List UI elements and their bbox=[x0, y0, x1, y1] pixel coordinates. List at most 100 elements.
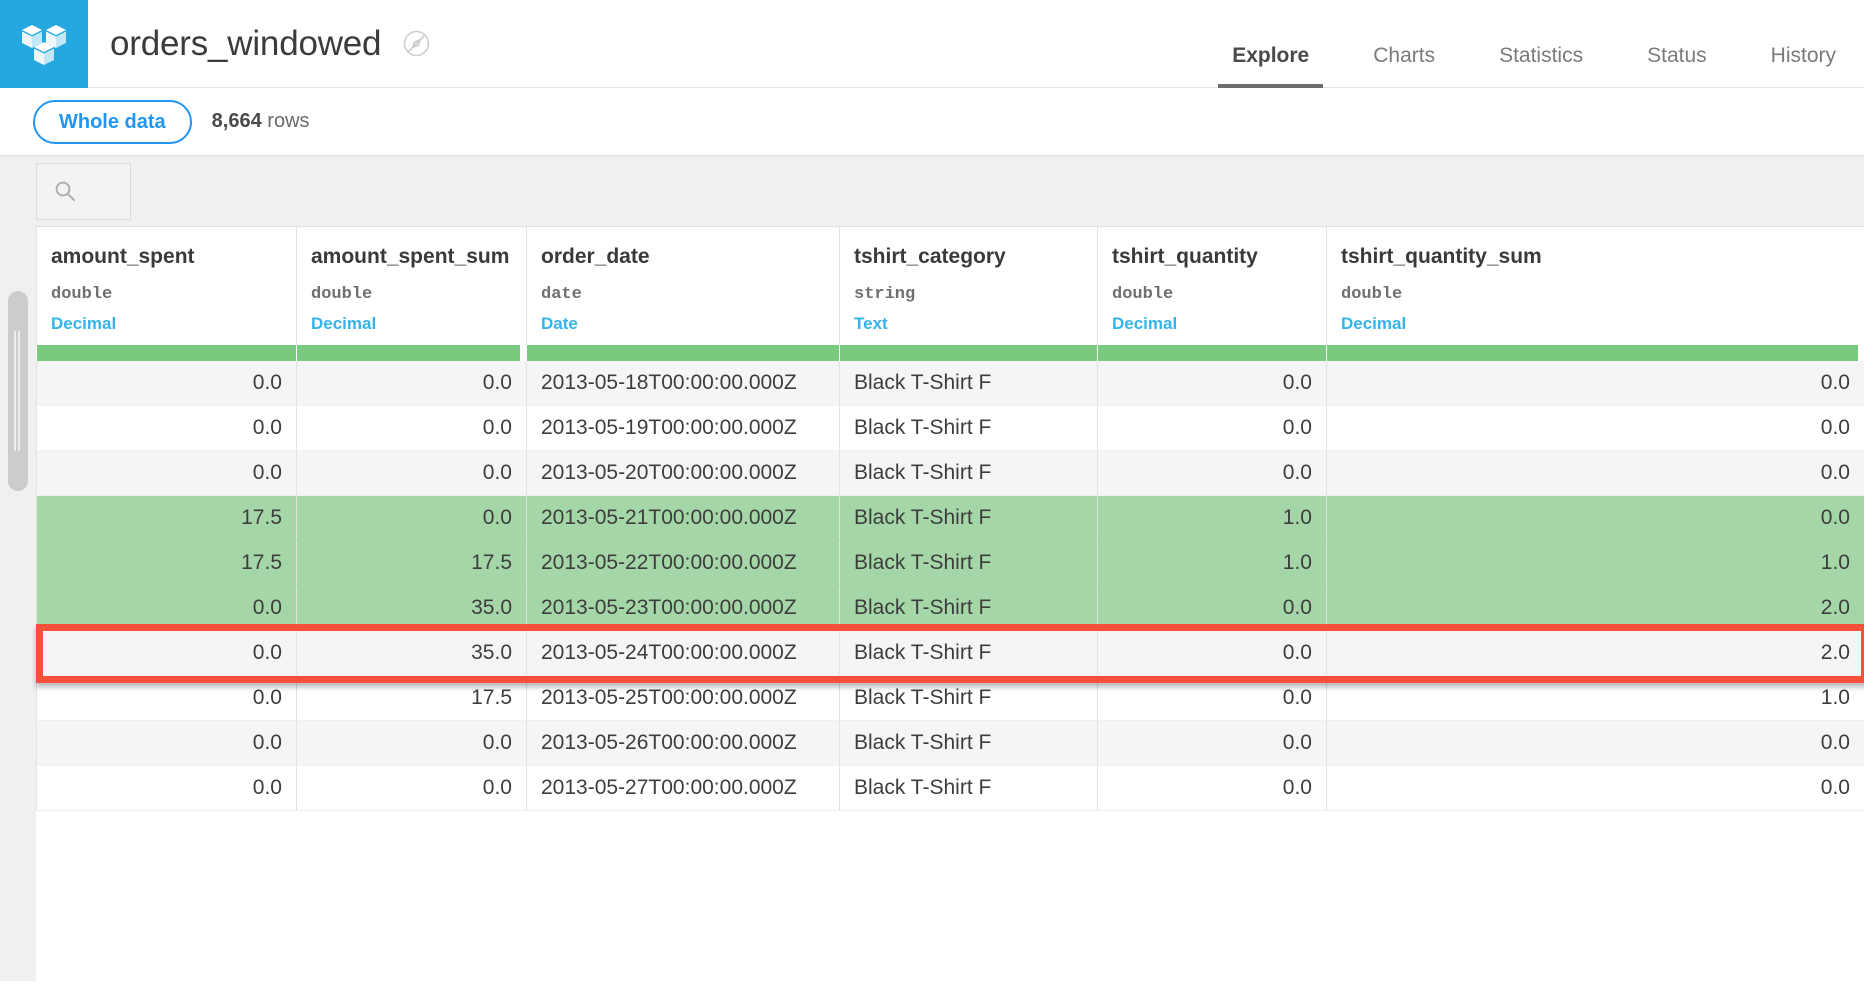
quality-bar-tshirt-quantity bbox=[1098, 345, 1327, 361]
cell-tshirt-quantity: 1.0 bbox=[1098, 541, 1327, 586]
cell-tshirt-category: Black T-Shirt F bbox=[840, 361, 1098, 406]
cell-amount-spent: 17.5 bbox=[37, 496, 297, 541]
cell-amount-spent-sum: 35.0 bbox=[297, 586, 527, 631]
cell-amount-spent-sum: 0.0 bbox=[297, 451, 527, 496]
column-semantic-type[interactable]: Decimal bbox=[51, 314, 282, 334]
cell-order-date: 2013-05-21T00:00:00.000Z bbox=[527, 496, 840, 541]
column-name: order_date bbox=[541, 245, 825, 269]
column-type: double bbox=[51, 285, 282, 304]
column-name: tshirt_category bbox=[854, 245, 1083, 269]
search-input[interactable] bbox=[36, 163, 131, 220]
cell-tshirt-quantity-sum: 0.0 bbox=[1327, 766, 1864, 811]
column-name: tshirt_quantity bbox=[1112, 245, 1312, 269]
table-row[interactable]: 0.0 0.0 2013-05-26T00:00:00.000Z Black T… bbox=[37, 721, 1864, 766]
table-head: amount_spent double Decimal amount_spent… bbox=[37, 227, 1864, 361]
column-type: date bbox=[541, 285, 825, 304]
table-row[interactable]: 0.0 17.5 2013-05-25T00:00:00.000Z Black … bbox=[37, 676, 1864, 721]
column-header-tshirt-quantity-sum[interactable]: tshirt_quantity_sum double Decimal bbox=[1327, 227, 1864, 345]
table-row[interactable]: 0.0 0.0 2013-05-20T00:00:00.000Z Black T… bbox=[37, 451, 1864, 496]
table-row-highlighted[interactable]: 0.0 35.0 2013-05-24T00:00:00.000Z Black … bbox=[37, 631, 1864, 676]
tab-charts[interactable]: Charts bbox=[1373, 44, 1435, 88]
column-semantic-type[interactable]: Decimal bbox=[1112, 314, 1312, 334]
table-row[interactable]: 0.0 0.0 2013-05-27T00:00:00.000Z Black T… bbox=[37, 766, 1864, 811]
column-semantic-type[interactable]: Decimal bbox=[1341, 314, 1850, 334]
app-header: orders_windowed Explore Charts Statistic… bbox=[0, 0, 1864, 88]
table-body: 0.0 0.0 2013-05-18T00:00:00.000Z Black T… bbox=[37, 361, 1864, 811]
table-row[interactable]: 0.0 0.0 2013-05-18T00:00:00.000Z Black T… bbox=[37, 361, 1864, 406]
table-row[interactable]: 17.5 17.5 2013-05-22T00:00:00.000Z Black… bbox=[37, 541, 1864, 586]
cell-tshirt-category: Black T-Shirt F bbox=[840, 586, 1098, 631]
table-row[interactable]: 0.0 35.0 2013-05-23T00:00:00.000Z Black … bbox=[37, 586, 1864, 631]
row-count-suffix: rows bbox=[267, 110, 309, 132]
cell-tshirt-quantity: 0.0 bbox=[1098, 766, 1327, 811]
scroll-grip-icon bbox=[14, 331, 22, 451]
column-header-tshirt-quantity[interactable]: tshirt_quantity double Decimal bbox=[1098, 227, 1327, 345]
dataset-toolbar: Whole data 8,664 rows bbox=[0, 88, 1864, 156]
cell-order-date: 2013-05-27T00:00:00.000Z bbox=[527, 766, 840, 811]
cell-tshirt-quantity-sum: 2.0 bbox=[1327, 631, 1864, 676]
cell-tshirt-category: Black T-Shirt F bbox=[840, 451, 1098, 496]
quality-bar-order-date bbox=[527, 345, 840, 361]
cell-amount-spent: 0.0 bbox=[37, 406, 297, 451]
cell-order-date: 2013-05-18T00:00:00.000Z bbox=[527, 361, 840, 406]
table-row[interactable]: 0.0 0.0 2013-05-19T00:00:00.000Z Black T… bbox=[37, 406, 1864, 451]
cell-amount-spent: 0.0 bbox=[37, 676, 297, 721]
column-header-amount-spent[interactable]: amount_spent double Decimal bbox=[37, 227, 297, 345]
tab-status[interactable]: Status bbox=[1647, 44, 1707, 88]
column-header-row: amount_spent double Decimal amount_spent… bbox=[37, 227, 1864, 345]
column-type: double bbox=[1112, 285, 1312, 304]
column-semantic-type[interactable]: Decimal bbox=[311, 314, 512, 334]
row-count-label: 8,664 rows bbox=[212, 110, 310, 133]
tab-history[interactable]: History bbox=[1771, 44, 1836, 88]
quality-bar-tshirt-quantity-sum bbox=[1327, 345, 1864, 361]
explore-table-region: amount_spent double Decimal amount_spent… bbox=[0, 156, 1864, 981]
cell-tshirt-category: Black T-Shirt F bbox=[840, 676, 1098, 721]
cell-tshirt-quantity: 0.0 bbox=[1098, 406, 1327, 451]
table-row[interactable]: 17.5 0.0 2013-05-21T00:00:00.000Z Black … bbox=[37, 496, 1864, 541]
column-semantic-type[interactable]: Text bbox=[854, 314, 1083, 334]
column-name: tshirt_quantity_sum bbox=[1341, 245, 1850, 269]
cell-amount-spent: 0.0 bbox=[37, 361, 297, 406]
cell-tshirt-quantity-sum: 0.0 bbox=[1327, 496, 1864, 541]
compass-icon[interactable] bbox=[403, 30, 430, 57]
column-header-order-date[interactable]: order_date date Date bbox=[527, 227, 840, 345]
cell-amount-spent-sum: 0.0 bbox=[297, 361, 527, 406]
cell-amount-spent-sum: 0.0 bbox=[297, 766, 527, 811]
column-header-tshirt-category[interactable]: tshirt_category string Text bbox=[840, 227, 1098, 345]
cell-tshirt-quantity-sum: 0.0 bbox=[1327, 406, 1864, 451]
cell-order-date: 2013-05-22T00:00:00.000Z bbox=[527, 541, 840, 586]
whole-data-toggle[interactable]: Whole data bbox=[33, 100, 192, 144]
cell-amount-spent: 0.0 bbox=[37, 586, 297, 631]
tab-explore[interactable]: Explore bbox=[1232, 44, 1309, 88]
data-grid[interactable]: amount_spent double Decimal amount_spent… bbox=[36, 226, 1864, 981]
cell-amount-spent: 0.0 bbox=[37, 631, 297, 676]
cell-order-date: 2013-05-26T00:00:00.000Z bbox=[527, 721, 840, 766]
search-icon bbox=[53, 179, 77, 203]
cell-tshirt-category: Black T-Shirt F bbox=[840, 406, 1098, 451]
column-type: double bbox=[1341, 285, 1850, 304]
table-search-row bbox=[0, 156, 1864, 226]
cell-order-date: 2013-05-19T00:00:00.000Z bbox=[527, 406, 840, 451]
cell-order-date: 2013-05-25T00:00:00.000Z bbox=[527, 676, 840, 721]
quality-bar-amount-spent-sum bbox=[297, 345, 527, 361]
cell-tshirt-quantity-sum: 2.0 bbox=[1327, 586, 1864, 631]
tab-statistics[interactable]: Statistics bbox=[1499, 44, 1583, 88]
cell-amount-spent: 0.0 bbox=[37, 721, 297, 766]
cell-amount-spent-sum: 0.0 bbox=[297, 721, 527, 766]
app-logo[interactable] bbox=[0, 0, 88, 88]
column-name: amount_spent bbox=[51, 245, 282, 269]
cell-tshirt-quantity-sum: 0.0 bbox=[1327, 361, 1864, 406]
vertical-scroll-handle[interactable] bbox=[8, 291, 28, 491]
quality-bar-tshirt-category bbox=[840, 345, 1098, 361]
column-semantic-type[interactable]: Date bbox=[541, 314, 825, 334]
cell-tshirt-category: Black T-Shirt F bbox=[840, 766, 1098, 811]
column-type: string bbox=[854, 285, 1083, 304]
cell-tshirt-quantity: 0.0 bbox=[1098, 451, 1327, 496]
column-header-amount-spent-sum[interactable]: amount_spent_sum double Decimal bbox=[297, 227, 527, 345]
cell-tshirt-quantity: 0.0 bbox=[1098, 676, 1327, 721]
cell-order-date: 2013-05-23T00:00:00.000Z bbox=[527, 586, 840, 631]
cell-amount-spent: 0.0 bbox=[37, 766, 297, 811]
cell-tshirt-category: Black T-Shirt F bbox=[840, 721, 1098, 766]
dataset-title-group: orders_windowed bbox=[88, 0, 430, 87]
cell-tshirt-quantity: 0.0 bbox=[1098, 631, 1327, 676]
